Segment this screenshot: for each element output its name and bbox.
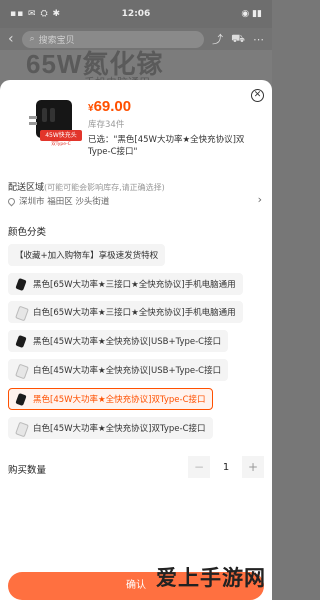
- status-bar: ▪▪ ✉ ⛭ ✱ 12:06 ◉ ▮▮: [0, 0, 272, 28]
- sku-option-label: 白色[45W大功率★全快充协议]双Type-C接口: [33, 424, 206, 434]
- sku-option-label: 白色[65W大功率★三接口★全快充协议]手机电脑通用: [33, 308, 236, 318]
- sku-option-label: 黑色[45W大功率★全快充协议]双Type-C接口: [33, 395, 206, 405]
- background-search-bar: ‹ ⌕ 搜索宝贝 ⤴ ⛟ ⋯: [0, 28, 272, 50]
- charger-swatch-icon: [15, 364, 28, 377]
- sku-option-label: 白色[45W大功率★全快充协议|USB+Type-C接口: [33, 366, 222, 376]
- sku-option-label: 【收藏+加入购物车】享极速发货特权: [15, 251, 159, 261]
- price-value: 69.00: [93, 98, 132, 115]
- sku-option[interactable]: 白色[45W大功率★全快充协议]双Type-C接口: [8, 417, 213, 439]
- share-icon: ⤴: [212, 33, 224, 46]
- stock-count: 库存34件: [88, 120, 125, 130]
- quantity-stepper: − 1 +: [188, 456, 264, 478]
- delivery-address-text: 深圳市 福田区 沙头街道: [19, 197, 110, 207]
- sku-option[interactable]: 黑色[65W大功率★三接口★全快充协议]手机电脑通用: [8, 273, 243, 295]
- delivery-title: 配送区域(可能可能会影响库存,请正确选择): [8, 180, 165, 193]
- sku-option[interactable]: 黑色[45W大功率★全快充协议|USB+Type-C接口: [8, 330, 229, 352]
- color-section-title: 颜色分类: [8, 227, 47, 238]
- delivery-hint: (可能可能会影响库存,请正确选择): [44, 183, 165, 192]
- product-price: ¥69.00: [88, 98, 131, 115]
- sku-option-label: 黑色[45W大功率★全快充协议|USB+Type-C接口: [33, 337, 222, 347]
- sku-option-favorite[interactable]: 【收藏+加入购物车】享极速发货特权: [8, 244, 166, 266]
- product-thumbnail[interactable]: 45W快充头 双Type-C: [26, 94, 84, 152]
- status-time: 12:06: [121, 9, 151, 19]
- status-icons-left: ▪▪ ✉ ⛭ ✱: [10, 9, 62, 19]
- background-search-field: ⌕ 搜索宝贝: [21, 30, 205, 48]
- search-icon: ⌕: [29, 34, 35, 44]
- charger-swatch-icon: [15, 306, 28, 319]
- thumbnail-tag: 45W快充头: [40, 130, 82, 141]
- quantity-value[interactable]: 1: [210, 462, 242, 473]
- site-watermark: 爱上手游网: [156, 566, 266, 590]
- cart-icon: ⛟: [231, 31, 245, 45]
- charger-swatch-icon: [15, 422, 28, 435]
- sku-option[interactable]: 白色[65W大功率★三接口★全快充协议]手机电脑通用: [8, 301, 243, 323]
- charger-swatch-icon: [15, 278, 28, 291]
- sku-option[interactable]: 白色[45W大功率★全快充协议|USB+Type-C接口: [8, 359, 229, 381]
- quantity-label: 购买数量: [8, 465, 47, 476]
- chevron-right-icon[interactable]: ›: [258, 193, 262, 206]
- plug-prong: [29, 122, 37, 125]
- status-icons-right: ◉ ▮▮: [241, 9, 262, 19]
- selected-variant: 已选："黑色[45W大功率★全快充协议]双Type-C接口": [88, 135, 245, 157]
- delivery-label: 配送区域: [8, 183, 45, 193]
- sku-selector-sheet: ✕ 45W快充头 双Type-C ¥69.00 库存34件 已选："黑色[45W…: [0, 80, 272, 600]
- quantity-increase-button[interactable]: +: [242, 456, 264, 478]
- close-icon[interactable]: ✕: [251, 89, 264, 102]
- plug-prong: [29, 116, 37, 119]
- more-icon: ⋯: [253, 32, 264, 46]
- search-placeholder: 搜索宝贝: [38, 35, 75, 46]
- location-pin-icon: [6, 196, 17, 206]
- delivery-address[interactable]: 深圳市 福田区 沙头街道: [6, 195, 110, 207]
- back-icon: ‹: [8, 31, 14, 47]
- quantity-decrease-button[interactable]: −: [188, 456, 210, 478]
- sku-option-label: 黑色[65W大功率★三接口★全快充协议]手机电脑通用: [33, 280, 236, 290]
- thumbnail-subtag: 双Type-C: [51, 142, 71, 147]
- charger-swatch-icon: [15, 393, 28, 406]
- sku-option-selected[interactable]: 黑色[45W大功率★全快充协议]双Type-C接口: [8, 388, 213, 410]
- charger-swatch-icon: [15, 335, 28, 348]
